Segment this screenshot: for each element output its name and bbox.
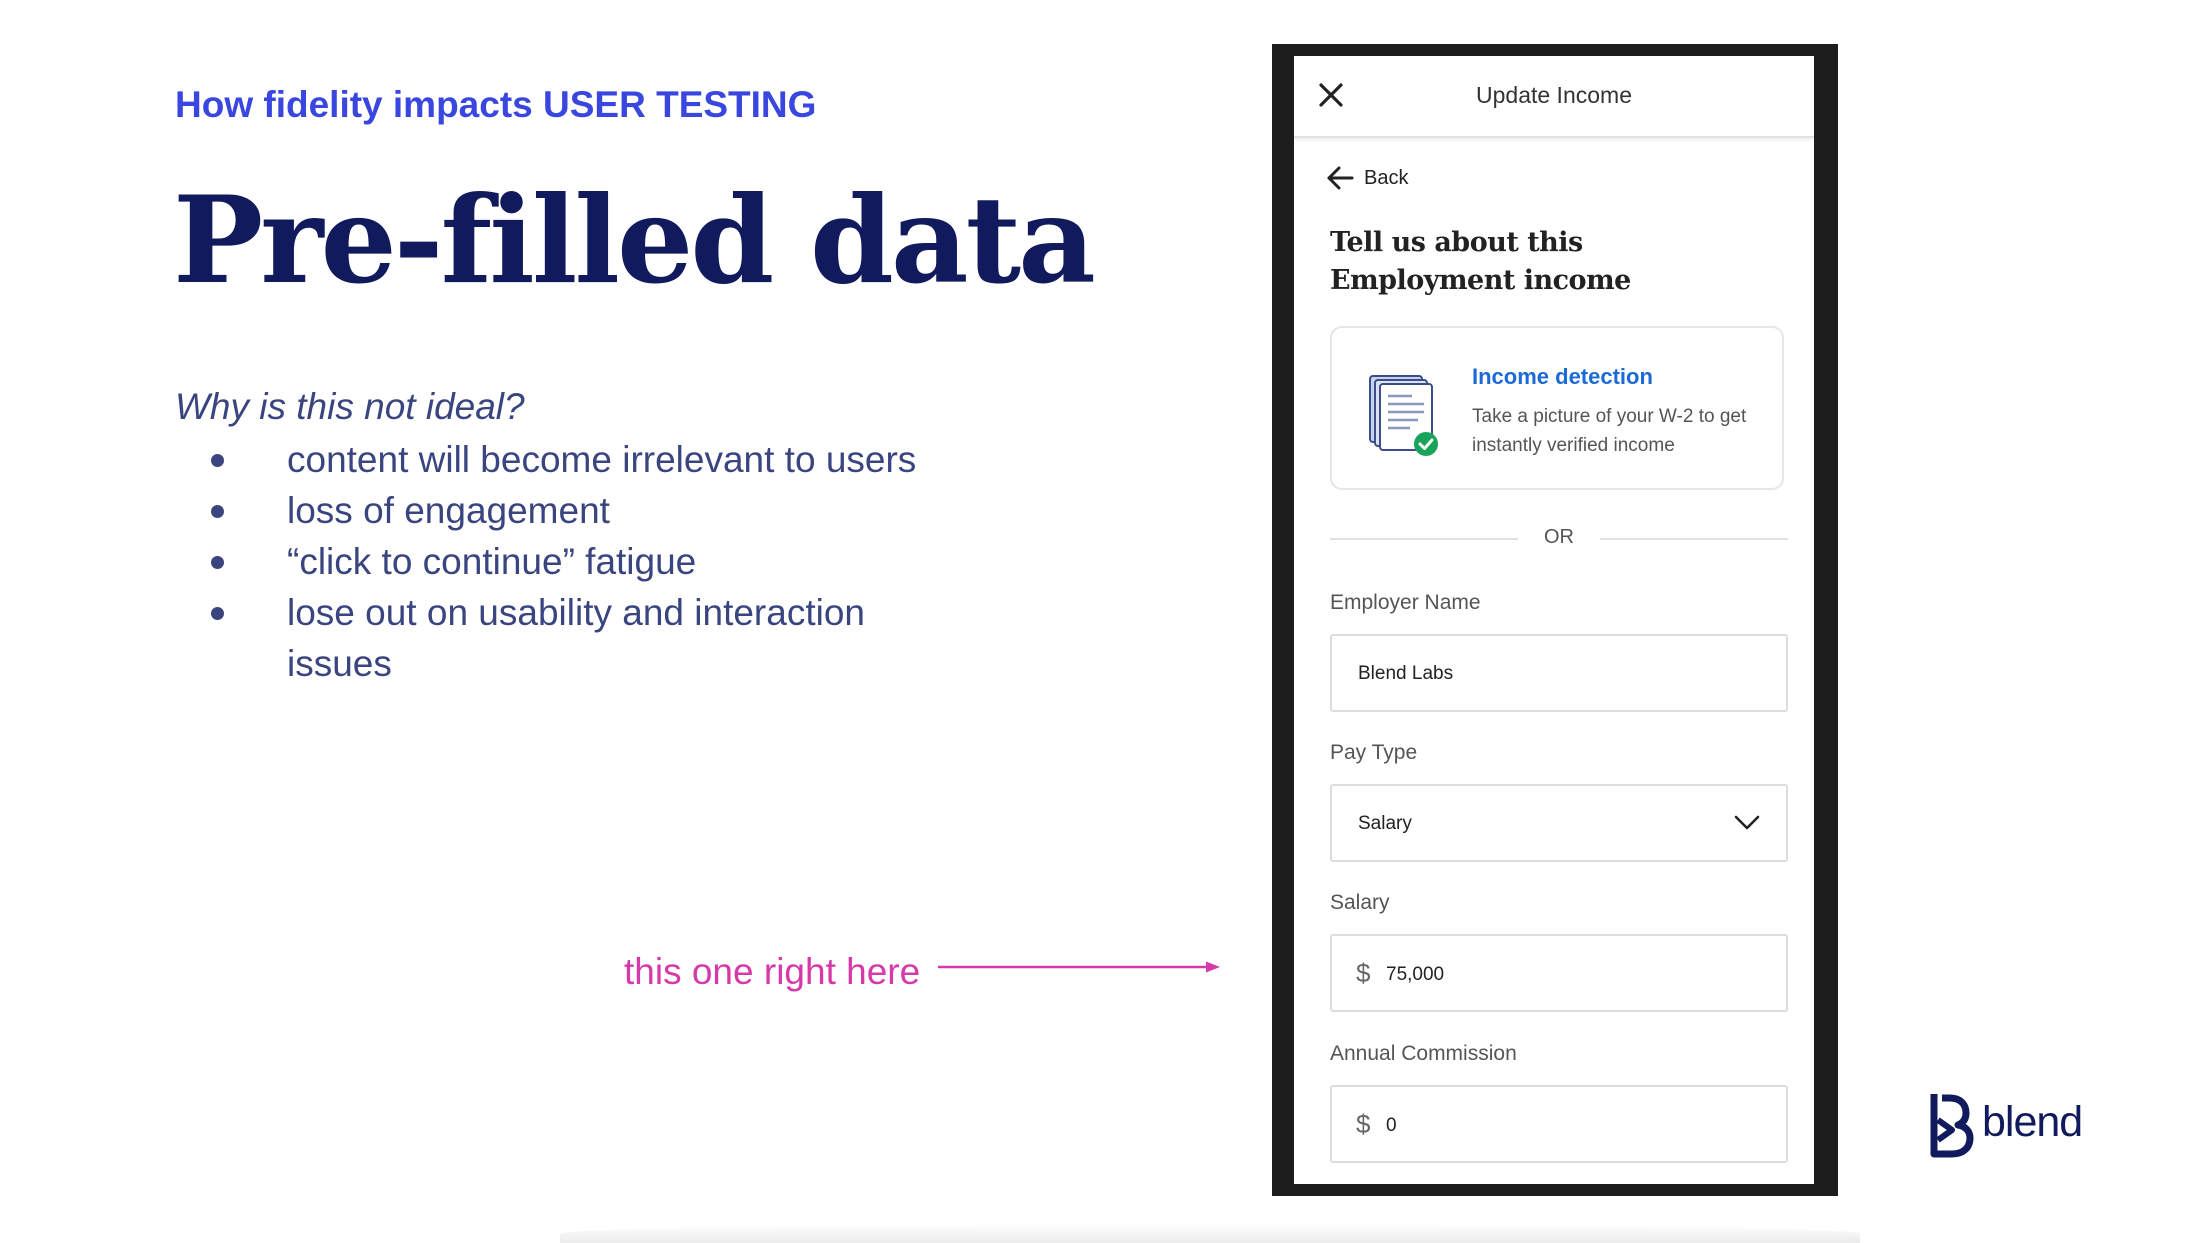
- salary-value: 75,000: [1386, 964, 1445, 985]
- currency-symbol: $: [1356, 1109, 1371, 1139]
- blend-logo-mark-icon: [1930, 1094, 1974, 1158]
- modal-title: Update Income: [1476, 82, 1632, 108]
- salary-label: Salary: [1330, 891, 1390, 914]
- pay-type-select[interactable]: Salary: [1330, 784, 1788, 862]
- pay-type-label: Pay Type: [1330, 741, 1418, 764]
- bullet-dot: [211, 505, 224, 518]
- divider-line: [1600, 538, 1788, 540]
- annotation-arrow-icon: [938, 961, 1220, 973]
- back-label: Back: [1364, 167, 1409, 189]
- bottom-shadow: [560, 1224, 1860, 1243]
- bullet-item: content will become irrelevant to users: [205, 434, 965, 485]
- salary-field[interactable]: $ 75,000: [1330, 934, 1788, 1012]
- bullet-text: “click to continue” fatigue: [287, 541, 697, 582]
- bullet-dot: [211, 556, 224, 569]
- income-detection-card[interactable]: Income detection Take a picture of your …: [1330, 326, 1784, 490]
- document-check-icon: [1369, 375, 1438, 456]
- employer-name-label: Employer Name: [1330, 591, 1481, 614]
- blend-logo: blend: [1928, 1090, 2088, 1162]
- employer-name-field[interactable]: Blend Labs: [1330, 634, 1788, 712]
- annotation-label: this one right here: [624, 951, 921, 992]
- annual-commission-field[interactable]: $ 0: [1330, 1085, 1788, 1163]
- annual-commission-label: Annual Commission: [1330, 1042, 1517, 1065]
- bullet-item: loss of engagement: [205, 485, 965, 536]
- slide-eyebrow: How fidelity impacts USER TESTING: [175, 84, 817, 125]
- bullet-text: lose out on usability and interaction is…: [287, 592, 865, 684]
- bullet-dot: [211, 454, 224, 467]
- form-heading: Tell us about this Employment income: [1330, 227, 1631, 296]
- pay-type-value: Salary: [1358, 813, 1412, 834]
- bullet-text: loss of engagement: [287, 490, 610, 531]
- annual-commission-value: 0: [1386, 1115, 1397, 1136]
- income-detection-title[interactable]: Income detection: [1472, 364, 1653, 390]
- currency-symbol: $: [1356, 958, 1371, 988]
- bullet-item: “click to continue” fatigue: [205, 536, 965, 587]
- phone-screen: Update Income Back Tell us about this Em…: [1294, 56, 1814, 1184]
- chevron-down-icon: [1734, 815, 1760, 830]
- arrow-left-icon: [1327, 166, 1354, 190]
- slide-question: Why is this not ideal?: [175, 386, 525, 427]
- bullet-dot: [211, 607, 224, 620]
- bullet-list: content will become irrelevant to users …: [205, 434, 965, 689]
- income-detection-description: Take a picture of your W-2 to get instan…: [1472, 406, 1747, 456]
- bullet-item: lose out on usability and interaction is…: [205, 587, 965, 689]
- modal-header: Update Income: [1294, 56, 1814, 138]
- slide-title: Pre-filled data: [173, 170, 1096, 311]
- or-divider: OR: [1330, 524, 1788, 552]
- phone-mockup: Update Income Back Tell us about this Em…: [1272, 44, 1838, 1196]
- blend-logo-text: blend: [1982, 1098, 2083, 1146]
- employer-name-value: Blend Labs: [1358, 663, 1454, 684]
- bullet-text: content will become irrelevant to users: [287, 439, 917, 480]
